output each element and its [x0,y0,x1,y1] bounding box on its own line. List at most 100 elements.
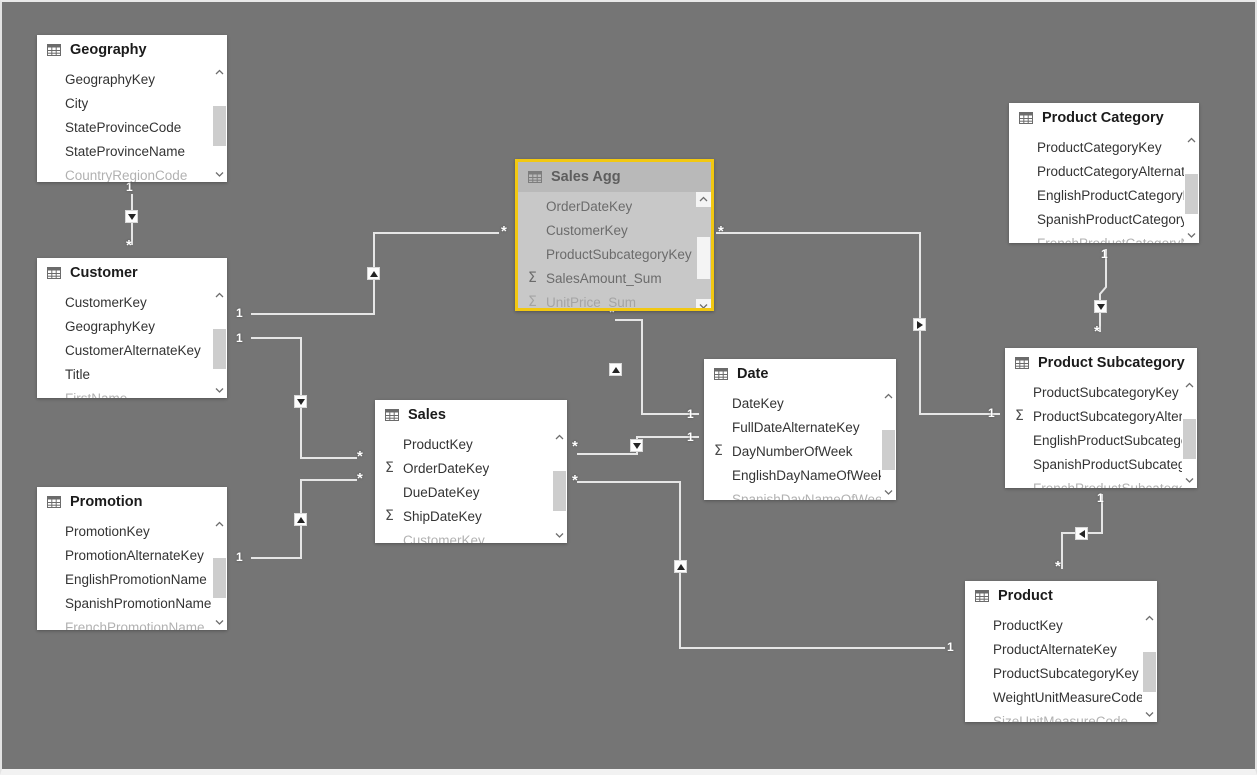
scroll-up-chevron-icon[interactable] [552,430,567,445]
scrollbar-track[interactable] [881,404,896,485]
scrollbar-track[interactable] [552,445,567,528]
field-row[interactable]: GeographyKey [37,314,227,338]
scrollbar-thumb[interactable] [882,430,895,470]
scroll-up-chevron-icon[interactable] [1142,611,1157,626]
scrollbar-track[interactable] [212,80,227,167]
table-header[interactable]: Customer [37,258,227,288]
scrollbar-thumb[interactable] [213,329,226,369]
field-row[interactable]: EnglishPromotionName [37,567,227,591]
scrollbar-thumb[interactable] [1143,652,1156,692]
field-row[interactable]: FrenchProductCategoryName [1009,231,1199,244]
field-row[interactable]: CustomerKey [37,290,227,314]
table-header[interactable]: Product Category [1009,103,1199,133]
field-row[interactable]: CustomerKey [518,218,711,242]
scrollbar-thumb[interactable] [553,471,566,511]
field-row[interactable]: Σ DayNumberOfWeek [704,439,896,463]
table-card-promotion[interactable]: Promotion PromotionKey PromotionAlternateK… [37,487,227,630]
field-row[interactable]: FirstName [37,386,227,399]
scrollbar-track[interactable] [212,532,227,615]
scroll-up-chevron-icon[interactable] [212,65,227,80]
field-row[interactable]: CustomerAlternateKey [37,338,227,362]
field-row[interactable]: EnglishProductCategoryName [1009,183,1199,207]
scrollbar-track[interactable] [1142,626,1157,707]
scroll-up-chevron-icon[interactable] [212,288,227,303]
table-card-product-category[interactable]: Product Category ProductCategoryKey Produc… [1009,103,1199,243]
table-header[interactable]: Product [965,581,1157,611]
field-row[interactable]: Σ OrderDateKey [375,456,567,480]
field-row[interactable]: GeographyKey [37,67,227,91]
field-row[interactable]: CustomerKey [375,528,567,544]
table-header[interactable]: Geography [37,35,227,65]
field-row[interactable]: CountryRegionCode [37,163,227,183]
field-row[interactable]: ProductAlternateKey [965,637,1157,661]
field-row[interactable]: City [37,91,227,115]
field-row[interactable]: ProductKey [965,613,1157,637]
scroll-down-chevron-icon[interactable] [696,299,711,308]
scrollbar-thumb[interactable] [697,237,710,279]
table-card-date[interactable]: Date DateKey FullDateAlternateKey Σ DayNumbe… [704,359,896,500]
table-card-sales[interactable]: Sales ProductKey Σ OrderDateKey DueDateKey Σ S… [375,400,567,543]
field-row[interactable]: ProductSubcategoryKey [965,661,1157,685]
table-card-geography[interactable]: Geography GeographyKey City StateProvinceCo… [37,35,227,182]
scroll-down-chevron-icon[interactable] [1184,228,1199,243]
scroll-up-chevron-icon[interactable] [881,389,896,404]
scroll-down-chevron-icon[interactable] [1182,473,1197,488]
table-card-sales-agg[interactable]: Sales Agg OrderDateKey CustomerKey ProductS… [515,159,714,311]
field-row[interactable]: ProductSubcategoryKey [1005,380,1197,404]
field-row[interactable]: SizeUnitMeasureCode [965,709,1157,723]
field-row[interactable]: SpanishPromotionName [37,591,227,615]
scroll-down-chevron-icon[interactable] [212,167,227,182]
scrollbar-track[interactable] [696,207,711,299]
field-row[interactable]: DateKey [704,391,896,415]
field-list-scrollbar[interactable] [881,389,896,500]
scroll-down-chevron-icon[interactable] [212,615,227,630]
scroll-down-chevron-icon[interactable] [212,383,227,398]
scroll-down-chevron-icon[interactable] [881,485,896,500]
field-list-scrollbar[interactable] [552,430,567,543]
field-row[interactable]: PromotionAlternateKey [37,543,227,567]
table-header[interactable]: Promotion [37,487,227,517]
field-row[interactable]: SpanishProductSubcategoryName [1005,452,1197,476]
scroll-up-chevron-icon[interactable] [1182,378,1197,393]
table-card-product[interactable]: Product ProductKey ProductAlternateKey Prod… [965,581,1157,722]
field-row[interactable]: WeightUnitMeasureCode [965,685,1157,709]
field-list-scrollbar[interactable] [212,517,227,630]
field-row[interactable]: SpanishDayNameOfWeek [704,487,896,501]
field-list-scrollbar[interactable] [1184,133,1199,243]
field-list-scrollbar[interactable] [1142,611,1157,722]
field-list-scrollbar[interactable] [212,288,227,398]
field-row[interactable]: FrenchPromotionName [37,615,227,631]
field-row[interactable]: Σ ShipDateKey [375,504,567,528]
field-row[interactable]: DueDateKey [375,480,567,504]
field-row[interactable]: FrenchProductSubcategoryName [1005,476,1197,489]
model-diagram-canvas[interactable]: 1 * 1 * 1 * 1 * 1 * 1 * 1 * 1 * 1 * 1 * Geography GeographyK… [0,0,1257,775]
scrollbar-thumb[interactable] [1183,419,1196,459]
field-row[interactable]: ProductSubcategoryKey [518,242,711,266]
field-row[interactable]: ProductKey [375,432,567,456]
table-card-customer[interactable]: Customer CustomerKey GeographyKey CustomerA… [37,258,227,398]
scroll-up-chevron-icon[interactable] [696,192,711,207]
scrollbar-track[interactable] [212,303,227,383]
scroll-up-chevron-icon[interactable] [212,517,227,532]
field-list-scrollbar[interactable] [212,65,227,182]
table-header[interactable]: Sales Agg [518,162,711,192]
scrollbar-track[interactable] [1184,148,1199,228]
table-header[interactable]: Sales [375,400,567,430]
table-header[interactable]: Product Subcategory [1005,348,1197,378]
field-row[interactable]: Σ SalesAmount_Sum [518,266,711,290]
scrollbar-track[interactable] [1182,393,1197,473]
field-row[interactable]: Σ UnitPrice_Sum [518,290,711,309]
scrollbar-thumb[interactable] [213,106,226,146]
scrollbar-thumb[interactable] [213,558,226,598]
field-row[interactable]: StateProvinceCode [37,115,227,139]
field-list-scrollbar[interactable] [696,192,711,308]
field-row[interactable]: ProductCategoryKey [1009,135,1199,159]
field-row[interactable]: OrderDateKey [518,194,711,218]
scroll-up-chevron-icon[interactable] [1184,133,1199,148]
scroll-down-chevron-icon[interactable] [552,528,567,543]
field-row[interactable]: PromotionKey [37,519,227,543]
scroll-down-chevron-icon[interactable] [1142,707,1157,722]
field-list-scrollbar[interactable] [1182,378,1197,488]
field-row[interactable]: Σ ProductSubcategoryAlternateKey [1005,404,1197,428]
table-header[interactable]: Date [704,359,896,389]
